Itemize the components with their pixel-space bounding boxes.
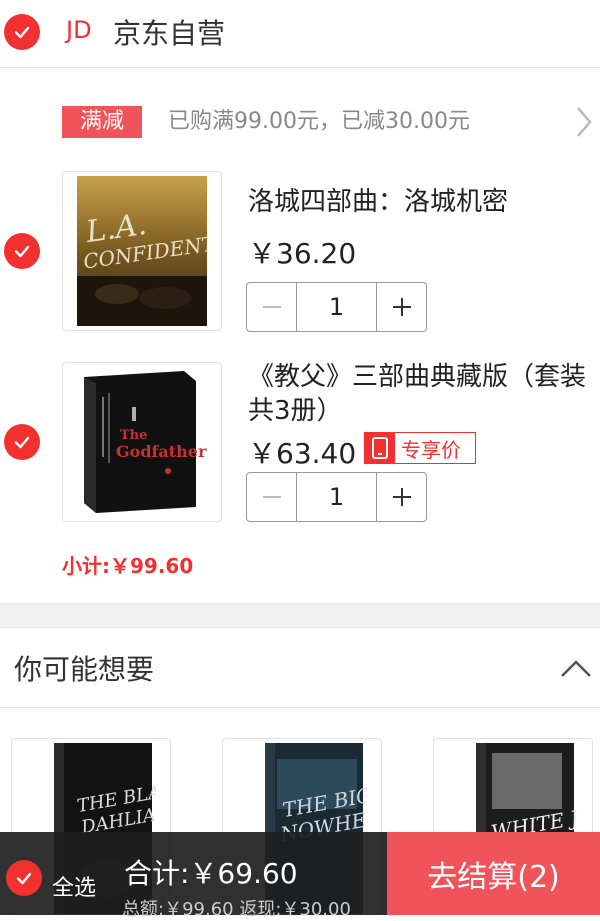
chevron-right-icon[interactable] xyxy=(574,104,594,140)
select-all-label[interactable]: 全选 xyxy=(52,870,96,902)
item-check-icon[interactable] xyxy=(4,233,40,269)
item-price: ￥36.20 xyxy=(248,237,357,270)
recommend-title: 你可能想要 xyxy=(14,653,155,686)
plus-icon xyxy=(392,298,411,316)
jd-logo: JD xyxy=(66,16,92,44)
cart-item: L.A. CONFIDENTIAL 洛城四部曲：洛城机密 ￥36.20 1 xyxy=(0,170,600,335)
quantity-stepper: 1 xyxy=(246,282,427,332)
exclusive-price-tag: 专享价 xyxy=(364,432,476,464)
exclusive-tag-label: 专享价 xyxy=(401,437,461,462)
shop-header: JD 京东自营 xyxy=(0,0,600,68)
chevron-up-icon[interactable] xyxy=(558,654,594,684)
item-title[interactable]: 《教父》三部曲典藏版（套装共3册） xyxy=(248,360,588,428)
promo-text: 已购满99.00元，已减30.00元 xyxy=(168,109,470,134)
decrement-button[interactable] xyxy=(247,283,297,331)
subtotal: 小计:￥99.60 xyxy=(62,554,194,578)
book-cover-godfather[interactable]: The Godfather xyxy=(62,362,222,522)
item-price: ￥63.40 xyxy=(248,437,357,470)
select-all-check-icon[interactable] xyxy=(6,860,42,896)
total-detail: 总额:￥99.60 返现:￥30.00 xyxy=(122,899,351,920)
svg-text:Godfather: Godfather xyxy=(116,442,207,461)
shop-check-icon[interactable] xyxy=(4,14,40,50)
recommend-header[interactable]: 你可能想要 xyxy=(0,628,600,708)
promo-row[interactable]: 满减 已购满99.00元，已减30.00元 xyxy=(0,100,600,144)
cart-item: The Godfather 《教父》三部曲典藏版（套装共3册） ￥63.40 专… xyxy=(0,362,600,527)
item-check-icon[interactable] xyxy=(4,424,40,460)
decrement-button[interactable] xyxy=(247,473,297,521)
minus-icon xyxy=(262,496,281,498)
checkout-bar: 全选 合计:￥69.60 总额:￥99.60 返现:￥30.00 去结算(2) xyxy=(0,832,600,920)
book-cover-la-confidential[interactable]: L.A. CONFIDENTIAL xyxy=(62,171,222,331)
section-divider xyxy=(0,603,600,628)
checkout-button[interactable]: 去结算(2) xyxy=(387,832,600,915)
quantity-input[interactable]: 1 xyxy=(297,473,376,521)
svg-text:The: The xyxy=(120,428,147,443)
total-amount: 合计:￥69.60 xyxy=(124,857,298,890)
minus-icon xyxy=(262,306,281,308)
item-title[interactable]: 洛城四部曲：洛城机密 xyxy=(248,185,588,219)
increment-button[interactable] xyxy=(376,473,426,521)
phone-icon xyxy=(365,433,395,463)
promo-tag: 满减 xyxy=(62,106,142,138)
quantity-stepper: 1 xyxy=(246,472,427,522)
shop-name[interactable]: 京东自营 xyxy=(113,12,225,52)
quantity-input[interactable]: 1 xyxy=(297,283,376,331)
increment-button[interactable] xyxy=(376,283,426,331)
plus-icon xyxy=(392,488,411,506)
